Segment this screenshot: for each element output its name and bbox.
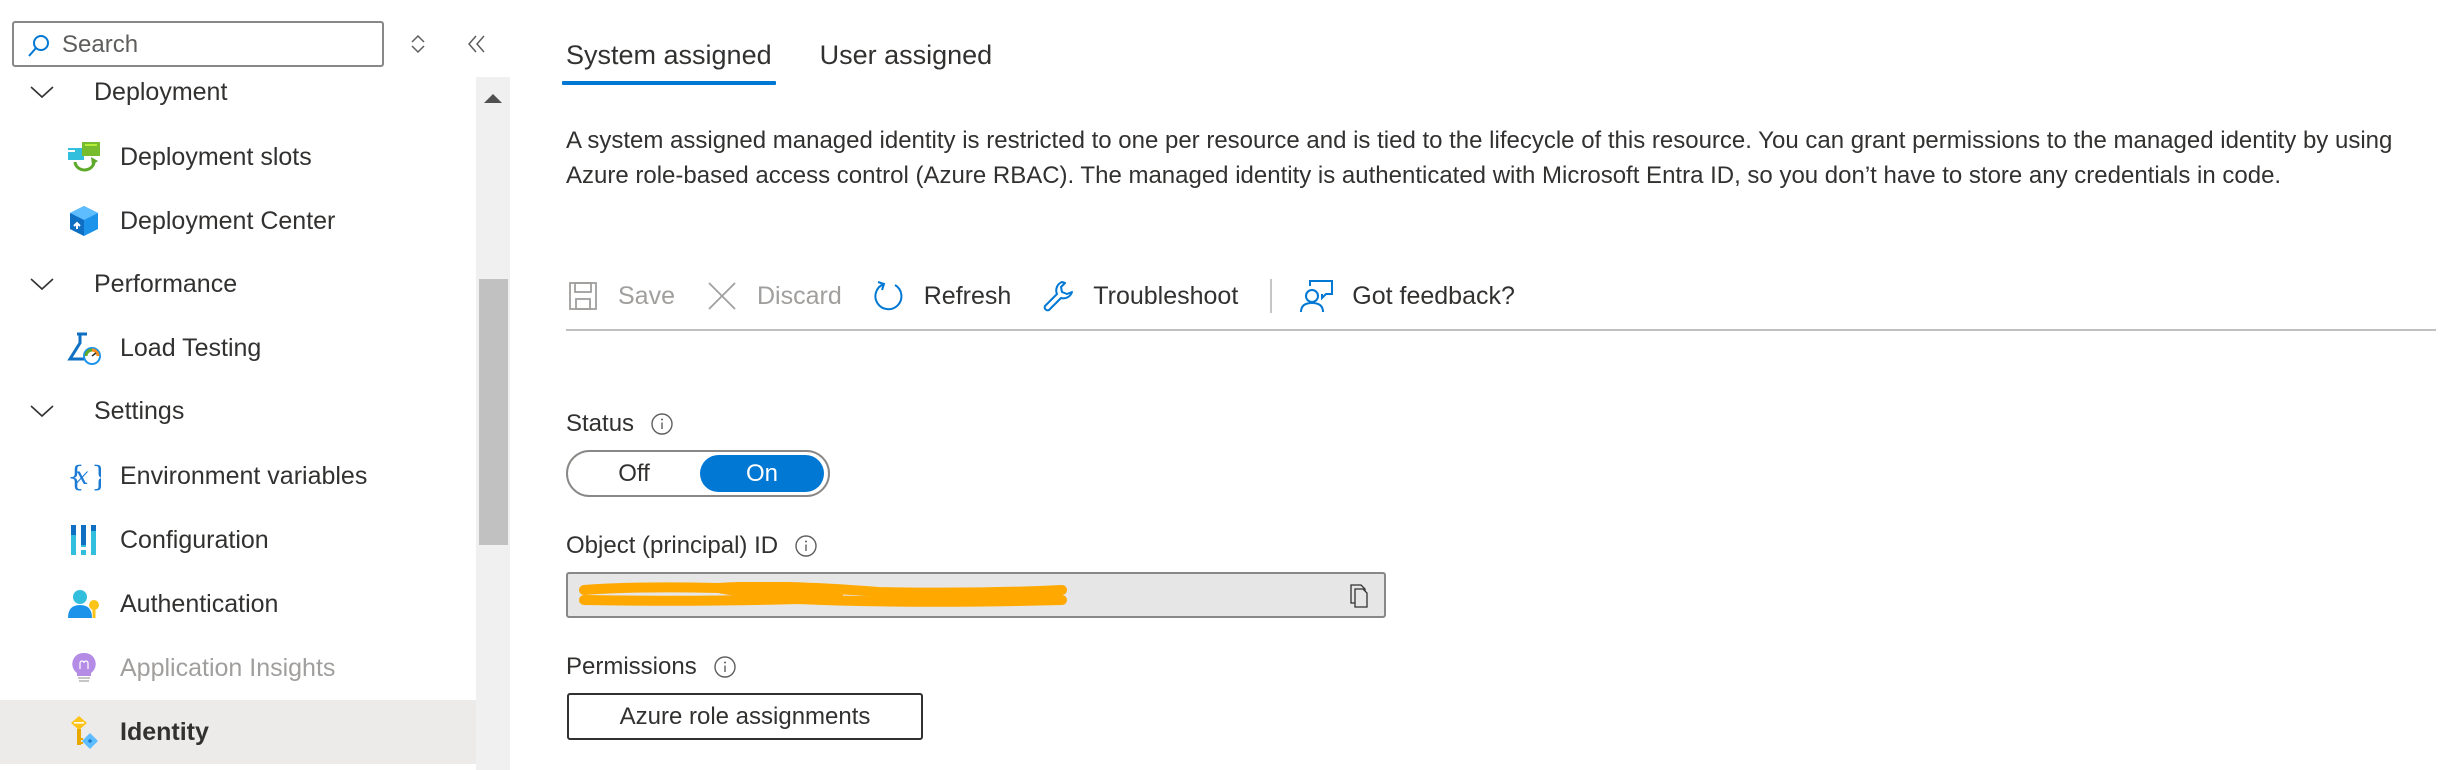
- chevron-down-icon: [30, 86, 54, 99]
- refresh-label: Refresh: [923, 281, 1012, 310]
- command-bar: Save Discard Refresh Troubleshoot Got fe…: [566, 268, 1545, 324]
- feedback-label: Got feedback?: [1352, 281, 1515, 310]
- sidebar-item-authentication[interactable]: Authentication: [0, 573, 476, 635]
- application-insights-icon: [66, 650, 102, 686]
- search-icon: [28, 35, 49, 57]
- toolbar-divider: [1270, 279, 1273, 313]
- sidebar-item-label: Load Testing: [120, 333, 262, 362]
- feedback-icon: [1300, 279, 1334, 313]
- double-chevron-left-icon: [468, 35, 485, 53]
- svg-text:x: x: [75, 462, 89, 490]
- deployment-center-icon: [66, 203, 102, 239]
- status-on-option[interactable]: On: [700, 455, 824, 492]
- save-button[interactable]: Save: [566, 279, 675, 313]
- sidebar-item-load-testing[interactable]: Load Testing: [0, 317, 476, 379]
- sidebar-item-label: Identity: [120, 717, 209, 746]
- configuration-icon: [66, 522, 102, 558]
- copy-icon[interactable]: [1346, 583, 1372, 609]
- scroll-up-arrow-icon[interactable]: [484, 94, 502, 103]
- nav-group-settings[interactable]: Settings: [0, 380, 476, 442]
- status-label: Status: [566, 410, 635, 437]
- permissions-label: Permissions: [566, 653, 697, 680]
- status-off-option[interactable]: Off: [568, 452, 700, 495]
- object-id-field[interactable]: [566, 572, 1386, 618]
- description-text: A system assigned managed identity is re…: [566, 127, 2393, 189]
- wrench-icon: [1041, 279, 1075, 313]
- sidebar-item-deployment-slots[interactable]: Deployment slots: [0, 126, 476, 188]
- chevron-down-icon: [30, 405, 54, 418]
- nav-group-label: Performance: [94, 269, 238, 298]
- nav-group-deployment[interactable]: Deployment: [0, 61, 476, 123]
- environment-variables-icon: { x }: [66, 458, 102, 494]
- authentication-icon: [66, 586, 102, 622]
- search-input[interactable]: [62, 29, 372, 61]
- sidebar-item-label: Environment variables: [120, 461, 368, 490]
- sidebar-item-label: Application Insights: [120, 653, 336, 682]
- permissions-label-row: Permissions: [566, 653, 737, 681]
- info-icon[interactable]: [713, 655, 737, 679]
- load-testing-icon: [66, 330, 102, 366]
- tab-system-assigned[interactable]: System assigned: [562, 40, 776, 85]
- object-id-label: Object (principal) ID: [566, 532, 779, 559]
- discard-label: Discard: [756, 281, 842, 310]
- chevron-down-icon: [30, 278, 54, 291]
- sidebar-item-label: Deployment slots: [120, 142, 312, 171]
- troubleshoot-label: Troubleshoot: [1093, 281, 1239, 310]
- save-icon: [566, 279, 600, 313]
- sidebar-item-application-insights[interactable]: Application Insights: [0, 637, 476, 699]
- collapse-sidebar-button[interactable]: [460, 27, 494, 61]
- info-icon[interactable]: [794, 534, 818, 558]
- close-icon: [705, 279, 739, 313]
- toolbar-separator-line: [566, 329, 2436, 331]
- svg-text:}: }: [91, 460, 101, 493]
- nav-group-performance[interactable]: Performance: [0, 253, 476, 315]
- refresh-button[interactable]: Refresh: [872, 279, 1012, 313]
- refresh-icon: [872, 279, 906, 313]
- up-down-icon: [411, 34, 425, 54]
- status-toggle[interactable]: Off On: [566, 450, 830, 497]
- sidebar-item-label: Deployment Center: [120, 206, 336, 235]
- sidebar-item-environment-variables[interactable]: { x } Environment variables: [0, 445, 476, 507]
- identity-icon: [66, 714, 102, 750]
- sort-button[interactable]: [401, 27, 435, 61]
- azure-role-assignments-button[interactable]: Azure role assignments: [567, 693, 923, 740]
- object-id-label-row: Object (principal) ID: [566, 532, 818, 560]
- nav-group-label: Settings: [94, 396, 185, 425]
- sidebar-item-identity[interactable]: Identity: [0, 700, 476, 764]
- redaction-mark: [579, 582, 1067, 607]
- status-label-row: Status: [566, 410, 674, 438]
- tab-user-assigned[interactable]: User assigned: [820, 40, 993, 85]
- identity-tabs: System assigned User assigned: [562, 40, 1040, 85]
- sidebar-item-label: Configuration: [120, 525, 269, 554]
- sidebar-item-configuration[interactable]: Configuration: [0, 509, 476, 571]
- nav-group-label: Deployment: [94, 77, 228, 106]
- sidebar-item-deployment-center[interactable]: Deployment Center: [0, 190, 476, 252]
- sidebar-item-label: Authentication: [120, 589, 279, 618]
- deployment-slots-icon: [66, 139, 102, 175]
- discard-button[interactable]: Discard: [705, 279, 842, 313]
- save-label: Save: [618, 281, 675, 310]
- sidebar-scrollbar-thumb[interactable]: [479, 279, 508, 545]
- info-icon[interactable]: [650, 412, 674, 436]
- troubleshoot-button[interactable]: Troubleshoot: [1041, 279, 1238, 313]
- feedback-button[interactable]: Got feedback?: [1300, 279, 1515, 313]
